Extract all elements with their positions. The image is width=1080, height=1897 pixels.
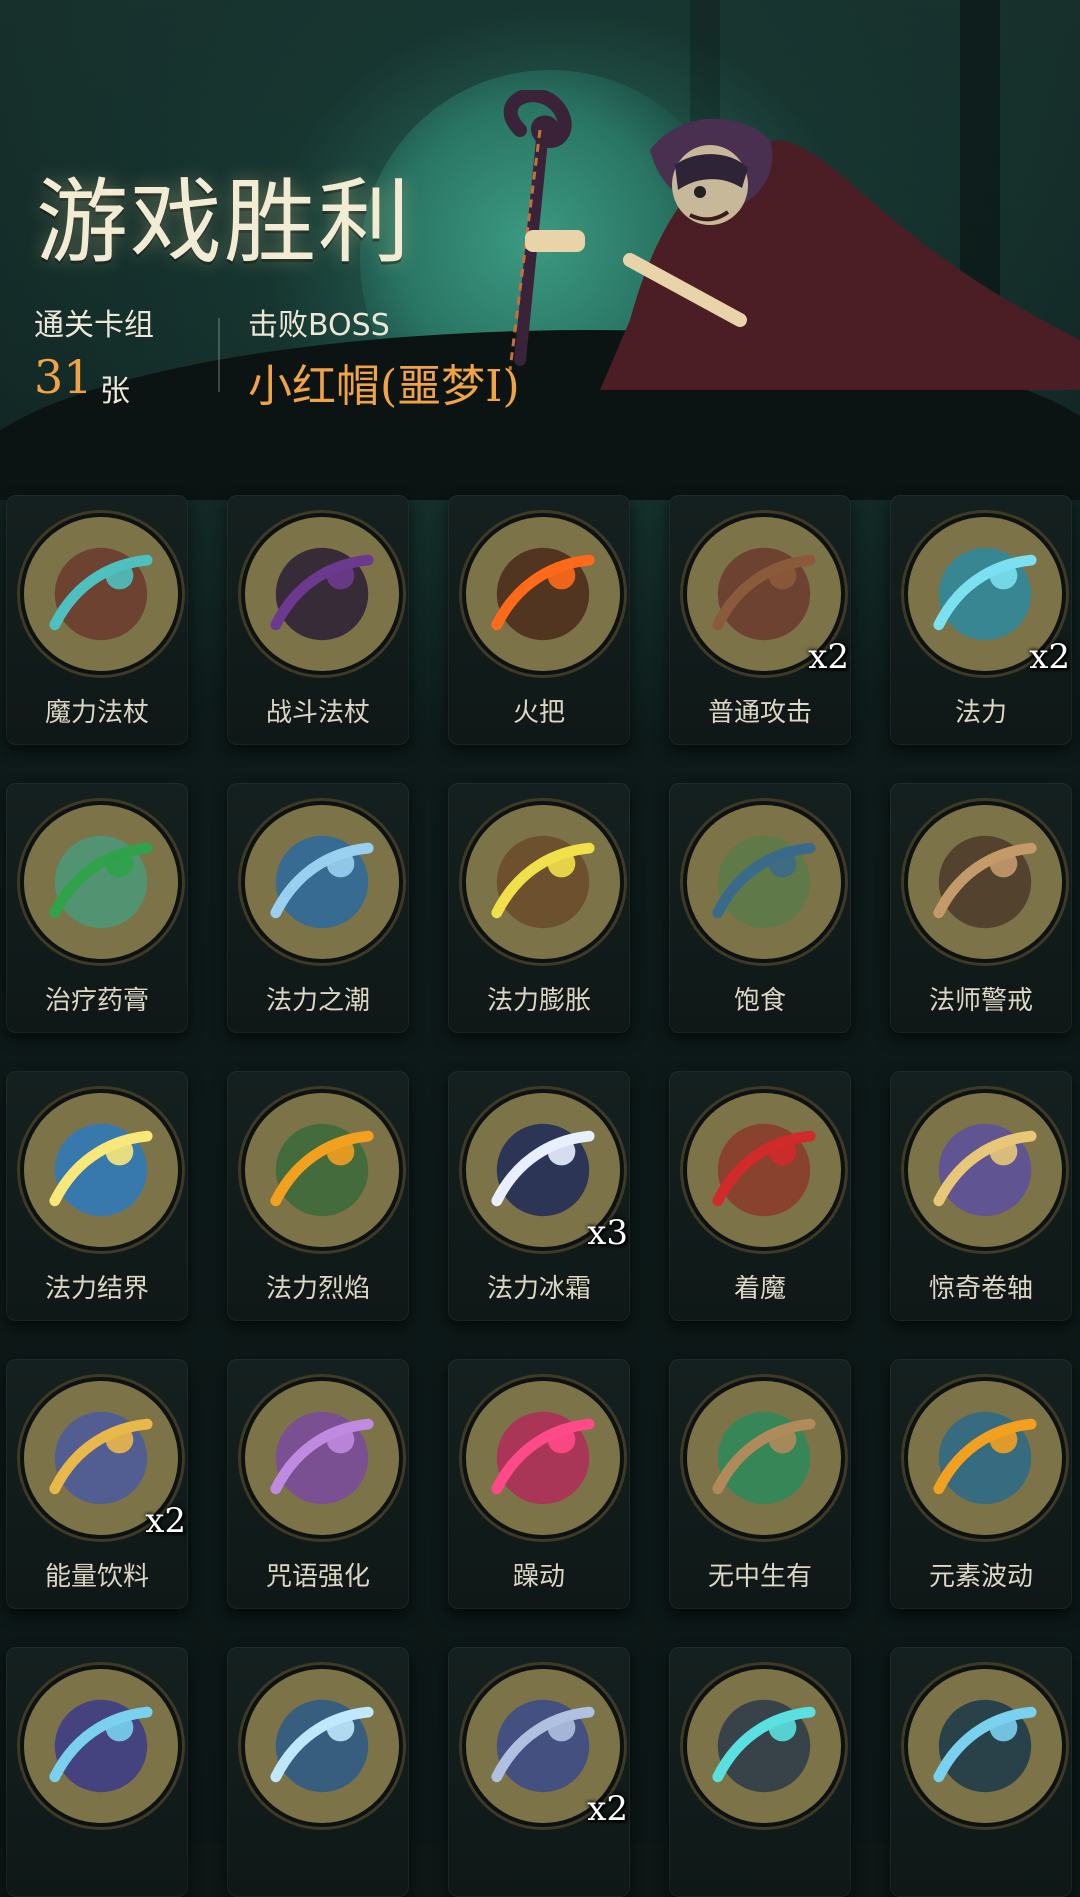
- card-name: 战斗法杖: [265, 698, 370, 728]
- card-item[interactable]: 惊奇卷轴: [890, 1071, 1072, 1321]
- deck-unit: 张: [100, 374, 130, 409]
- card-name: 无中生有: [707, 1562, 812, 1592]
- mage-vigilance-icon: [904, 801, 1066, 963]
- torch-icon: [462, 513, 624, 675]
- card-name: 法力: [954, 698, 1007, 728]
- card-name: 法力膨胀: [486, 986, 591, 1016]
- elemental-wave-icon: [904, 1377, 1066, 1539]
- battle-staff-icon: [241, 513, 403, 675]
- ice-spike-icon: [904, 1665, 1066, 1827]
- card-item[interactable]: x2: [448, 1647, 630, 1897]
- card-item[interactable]: 魔力法杖: [6, 495, 188, 745]
- victory-header: 游戏胜利 通关卡组 31 张 击败BOSS 小红帽(噩梦I): [0, 0, 1080, 420]
- card-item[interactable]: [669, 1647, 851, 1897]
- boss-label: 击败BOSS: [248, 308, 390, 343]
- frenzy-icon: [462, 1377, 624, 1539]
- victory-title: 游戏胜利: [36, 169, 413, 276]
- card-name: 法师警戒: [928, 986, 1033, 1016]
- card-item[interactable]: 饱食: [669, 783, 851, 1033]
- stats-divider: [218, 318, 220, 392]
- card-name: 治疗药膏: [44, 986, 149, 1016]
- mana-barrier-icon: [20, 1089, 182, 1251]
- spell-boost-icon: [241, 1377, 403, 1539]
- card-name: 普通攻击: [707, 698, 812, 728]
- card-item[interactable]: 躁动: [448, 1359, 630, 1609]
- card-item[interactable]: 无中生有: [669, 1359, 851, 1609]
- something-from-nothing-icon: [683, 1377, 845, 1539]
- deck-label: 通关卡组: [34, 308, 154, 343]
- card-item[interactable]: 法师警戒: [890, 783, 1072, 1033]
- card-item[interactable]: 法力膨胀: [448, 783, 630, 1033]
- card-item[interactable]: 咒语强化: [227, 1359, 409, 1609]
- card-name: 法力结界: [44, 1274, 149, 1304]
- card-name: 惊奇卷轴: [928, 1274, 1033, 1304]
- card-item[interactable]: 法力烈焰: [227, 1071, 409, 1321]
- crystal-shield-icon: [241, 1665, 403, 1827]
- card-name: 法力冰霜: [486, 1274, 591, 1304]
- mana-tide-icon: [241, 801, 403, 963]
- card-item[interactable]: 法力之潮: [227, 783, 409, 1033]
- card-name: 元素波动: [928, 1562, 1033, 1592]
- card-count-badge: x3: [587, 1213, 628, 1253]
- scroll-icon: [904, 1089, 1066, 1251]
- magic-staff-icon: [20, 513, 182, 675]
- card-item[interactable]: x2 能量饮料: [6, 1359, 188, 1609]
- card-item[interactable]: [890, 1647, 1072, 1897]
- healing-ointment-icon: [20, 801, 182, 963]
- card-name: 着魔: [733, 1274, 786, 1304]
- card-name: 法力之潮: [265, 986, 370, 1016]
- satiated-icon: [683, 801, 845, 963]
- card-item[interactable]: x3 法力冰霜: [448, 1071, 630, 1321]
- possessed-icon: [683, 1089, 845, 1251]
- card-item[interactable]: [227, 1647, 409, 1897]
- card-name: 咒语强化: [265, 1562, 370, 1592]
- card-item[interactable]: 法力结界: [6, 1071, 188, 1321]
- deck-count: 31: [34, 350, 93, 404]
- card-name: 法力烈焰: [265, 1274, 370, 1304]
- card-name: 魔力法杖: [44, 698, 149, 728]
- card-item[interactable]: 战斗法杖: [227, 495, 409, 745]
- card-item[interactable]: x2 普通攻击: [669, 495, 851, 745]
- card-item[interactable]: 治疗药膏: [6, 783, 188, 1033]
- card-name: 能量饮料: [44, 1562, 149, 1592]
- card-item[interactable]: 着魔: [669, 1071, 851, 1321]
- card-count-badge: x2: [587, 1789, 628, 1829]
- card-item[interactable]: x2 法力: [890, 495, 1072, 745]
- boss-witch-illustration: [503, 90, 1080, 390]
- card-item[interactable]: 元素波动: [890, 1359, 1072, 1609]
- card-item[interactable]: 火把: [448, 495, 630, 745]
- mana-flame-icon: [241, 1089, 403, 1251]
- card-item[interactable]: [6, 1647, 188, 1897]
- mana-surge-icon: [462, 801, 624, 963]
- card-name: 火把: [512, 698, 565, 728]
- card-deck-grid: 魔力法杖 战斗法杖 火把 x2 普通攻击 x2 法力 治疗药膏 法力之潮 法力膨胀 饱食 法师警戒 法力…: [6, 495, 1072, 1897]
- card-count-badge: x2: [145, 1501, 186, 1541]
- card-count-badge: x2: [808, 637, 849, 677]
- storm-cloud-icon: [683, 1665, 845, 1827]
- card-count-badge: x2: [1029, 637, 1070, 677]
- card-name: 饱食: [733, 986, 786, 1016]
- card-name: 躁动: [512, 1562, 565, 1592]
- tornado-icon: [20, 1665, 182, 1827]
- boss-name: 小红帽(噩梦I): [248, 361, 520, 412]
